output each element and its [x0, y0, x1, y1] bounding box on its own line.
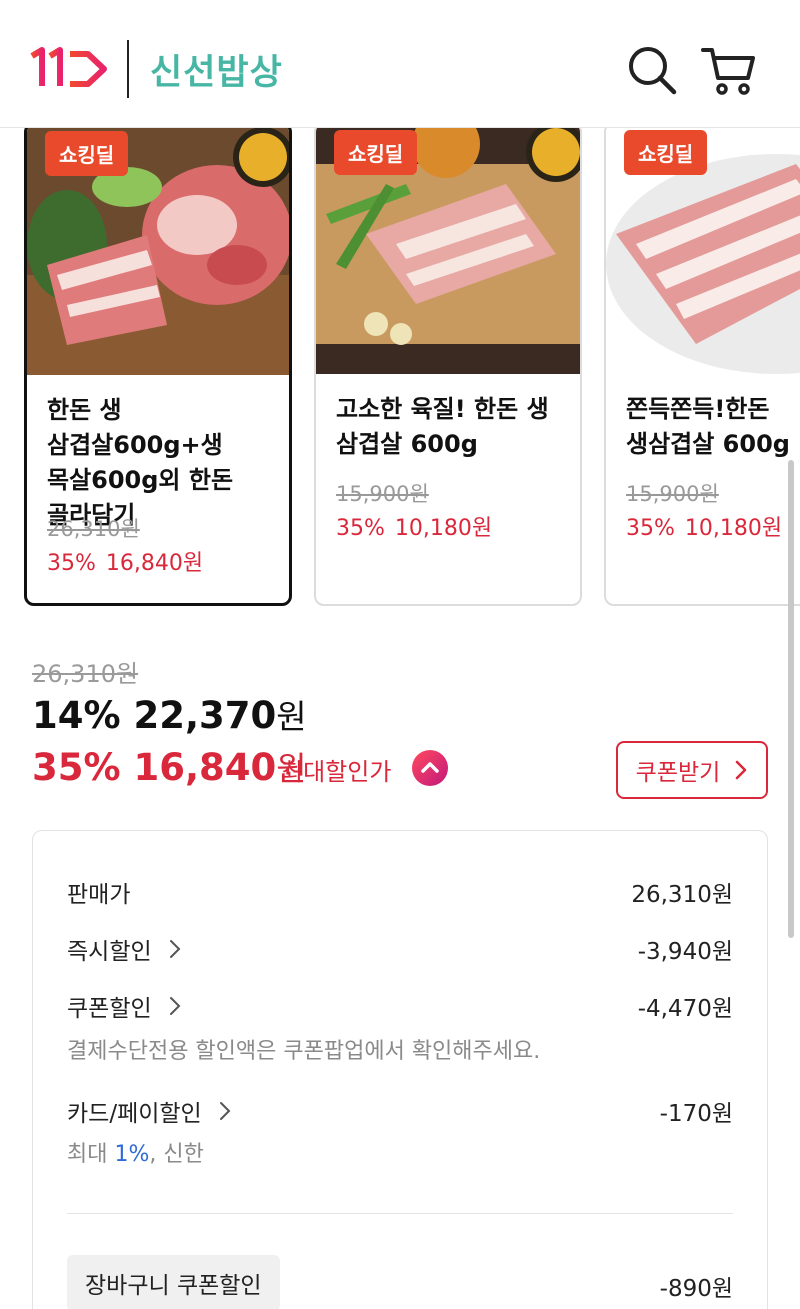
product-discount-rate: 35% [336, 516, 385, 541]
coupon-discount-label: 쿠폰할인 [67, 996, 152, 1022]
max-discount-label[interactable]: 최대할인가 [281, 752, 391, 787]
discount-breakdown: 판매가 26,310원 즉시할인 -3,940원 쿠폰할인 -4,470원 결제… [32, 830, 768, 1309]
product-sale-price: 35% 10,180원 [336, 510, 502, 542]
search-icon[interactable] [624, 42, 680, 98]
instant-discount-link[interactable]: 즉시할인 [67, 932, 181, 966]
product-original-price: 26,310원 [47, 517, 140, 541]
product-carousel[interactable]: 쇼킹딜 한돈 생 삼겹살600g+생 목살600g외 한돈 골라담기 26,31… [0, 128, 800, 608]
coupon-discount-value: -4,470원 [637, 996, 733, 1022]
product-card[interactable]: 쇼킹딜 한돈 생 삼겹살600g+생 목살600g외 한돈 골라담기 26,31… [24, 128, 292, 606]
chevron-right-icon [169, 997, 181, 1015]
max-discount-price: 35% 16,840원 [32, 742, 307, 790]
card-note-suffix: , 신한 [149, 1142, 204, 1167]
product-sale-amount: 10,180원 [684, 516, 783, 541]
product-card[interactable]: 쇼킹딜 고소한 육질! 한돈 생 삼겹살 600g 15,900원 35% 10,… [314, 128, 582, 606]
coupon-note: 결제수단전용 할인액은 쿠폰팝업에서 확인해주세요. [67, 1039, 541, 1064]
product-sale-amount: 16,840원 [105, 551, 204, 576]
product-sale-price: 35% 10,180원 [626, 510, 792, 542]
get-coupon-label: 쿠폰받기 [635, 760, 721, 786]
chevron-right-icon [169, 940, 181, 958]
app-header: 신선밥상 [0, 0, 800, 128]
shocking-deal-badge: 쇼킹딜 [334, 130, 418, 175]
card-note-prefix: 최대 [67, 1142, 115, 1167]
shocking-deal-badge: 쇼킹딜 [45, 131, 129, 176]
11st-logo[interactable] [30, 46, 108, 92]
product-card[interactable]: 쇼킹딜 쫀득쫀득!한돈 생삼겹살 600g 15,900원 35% 10,180원 [604, 128, 800, 606]
product-discount-rate: 35% [626, 516, 675, 541]
card-note-rate: 1% [114, 1142, 150, 1167]
current-discount-rate: 14% [32, 694, 121, 737]
chevron-up-icon[interactable] [412, 750, 448, 786]
card-pay-note: 최대 1%, 신한 [67, 1136, 204, 1168]
chevron-right-icon [220, 1102, 231, 1120]
cart-icon[interactable] [700, 42, 756, 98]
product-title[interactable]: 쫀득쫀득!한돈 생삼겹살 600g [626, 392, 800, 462]
get-coupon-button[interactable]: 쿠폰받기 [616, 741, 768, 799]
original-price: 26,310원 [32, 660, 139, 688]
product-original-price: 15,900원 [336, 482, 429, 506]
breakdown-divider [67, 1213, 733, 1214]
product-discount-rate: 35% [47, 551, 96, 576]
product-original-price: 15,900원 [626, 482, 719, 506]
product-sale-amount: 10,180원 [394, 516, 493, 541]
shocking-deal-badge: 쇼킹딜 [624, 130, 708, 175]
max-discount-rate: 35% [32, 746, 121, 789]
sale-price-value: 26,310원 [631, 882, 733, 908]
coupon-discount-link[interactable]: 쿠폰할인 [67, 989, 181, 1023]
card-pay-discount-label: 카드/페이할인 [67, 1101, 202, 1127]
current-price-amount: 22,370 [133, 694, 277, 737]
product-title[interactable]: 고소한 육질! 한돈 생 삼겹살 600g [336, 392, 570, 462]
product-sale-price: 35% 16,840원 [47, 545, 213, 577]
logo-divider [127, 40, 129, 98]
cart-coupon-value: -890원 [659, 1276, 733, 1302]
sale-price-label: 판매가 [67, 882, 131, 908]
card-pay-discount-value: -170원 [659, 1101, 733, 1127]
instant-discount-label: 즉시할인 [67, 939, 152, 965]
current-price: 14% 22,370원 [32, 690, 307, 738]
max-price-amount: 16,840 [133, 746, 277, 789]
instant-discount-value: -3,940원 [637, 939, 733, 965]
card-pay-discount-link[interactable]: 카드/페이할인 [67, 1094, 231, 1128]
service-title[interactable]: 신선밥상 [150, 44, 283, 95]
product-title[interactable]: 한돈 생 삼겹살600g+생 목살600g외 한돈 골라담기 [47, 393, 279, 533]
current-price-unit: 원 [276, 697, 307, 736]
chevron-right-icon [736, 760, 747, 780]
cart-coupon-chip[interactable]: 장바구니 쿠폰할인 [67, 1255, 280, 1309]
scrollbar[interactable] [788, 460, 794, 938]
